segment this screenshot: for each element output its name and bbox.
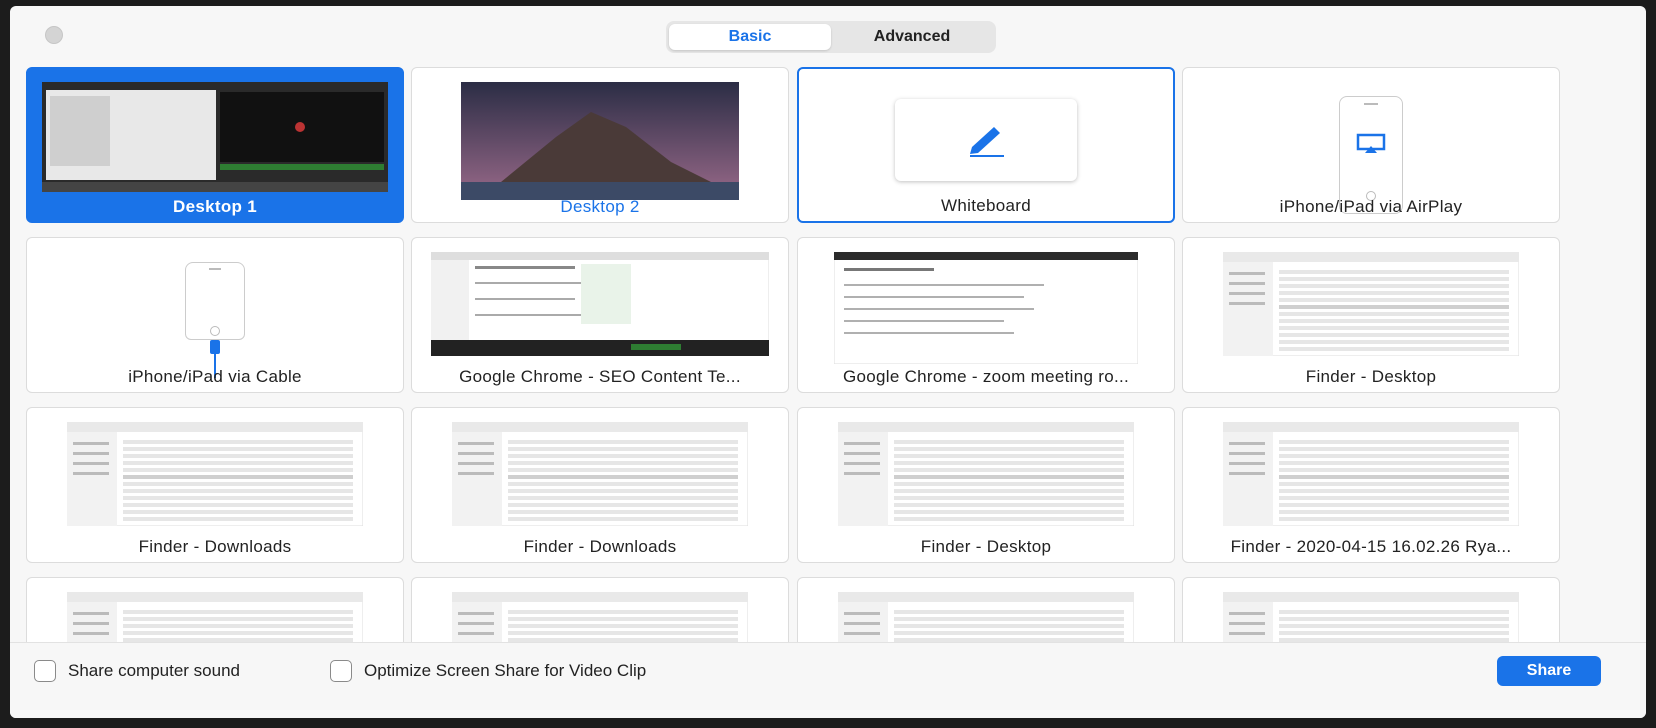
- share-source-tile[interactable]: Google Chrome - zoom meeting ro...: [797, 237, 1175, 393]
- tile-label: Desktop 1: [173, 197, 257, 216]
- share-source-tile[interactable]: Finder - Downloads: [26, 407, 404, 563]
- tile-label: Finder - 2020-04-15 16.02.26 Rya...: [1230, 537, 1512, 556]
- share-button[interactable]: Share: [1497, 656, 1601, 686]
- finder-preview: [1223, 422, 1519, 526]
- whiteboard-preview: [895, 99, 1077, 181]
- optimize-video-checkbox[interactable]: [330, 660, 352, 682]
- share-sound-checkbox[interactable]: [34, 660, 56, 682]
- share-source-tile[interactable]: Finder - 2020-04-15 16.02.26 Rya...: [1182, 407, 1560, 563]
- airplay-icon: [1356, 133, 1386, 153]
- tile-label: Whiteboard: [941, 196, 1031, 215]
- share-source-tile[interactable]: Finder - Downloads: [411, 407, 789, 563]
- share-source-tile[interactable]: Finder - Desktop: [797, 407, 1175, 563]
- tile-label: Finder - Desktop: [1305, 367, 1437, 386]
- tile-label: Finder - Downloads: [523, 537, 677, 556]
- desktop-1-preview: [42, 82, 388, 192]
- tab-advanced[interactable]: Advanced: [831, 24, 993, 50]
- tile-label: Finder - Desktop: [920, 537, 1052, 556]
- bottom-bar: Share computer sound Optimize Screen Sha…: [10, 642, 1646, 718]
- share-source-tile[interactable]: Google Chrome - SEO Content Te...: [411, 237, 789, 393]
- ipad-cable-preview: [185, 262, 245, 378]
- pen-icon: [970, 127, 1004, 157]
- finder-preview: [452, 422, 748, 526]
- optimize-video-option[interactable]: Optimize Screen Share for Video Clip: [330, 660, 646, 682]
- finder-preview: [1223, 252, 1519, 356]
- tile-label: iPhone/iPad via AirPlay: [1279, 197, 1463, 216]
- share-source-tile[interactable]: Whiteboard: [797, 67, 1175, 223]
- tile-label: iPhone/iPad via Cable: [128, 367, 302, 386]
- share-source-tile[interactable]: iPhone/iPad via AirPlay: [1182, 67, 1560, 223]
- tile-label: Google Chrome - SEO Content Te...: [459, 367, 741, 386]
- optimize-video-label: Optimize Screen Share for Video Clip: [364, 661, 647, 680]
- mode-switch: Basic Advanced: [666, 21, 996, 53]
- finder-preview: [838, 422, 1134, 526]
- share-source-tile[interactable]: Finder - Desktop: [1182, 237, 1560, 393]
- chrome-preview: [834, 252, 1138, 364]
- finder-preview: [67, 422, 363, 526]
- share-screen-dialog: Basic Advanced Desktop 1 Desktop 2 White…: [10, 6, 1646, 718]
- tile-label: Desktop 2: [560, 197, 640, 216]
- window-close-button[interactable]: [45, 26, 63, 44]
- tile-label: Finder - Downloads: [138, 537, 292, 556]
- tab-basic[interactable]: Basic: [669, 24, 831, 50]
- cable-icon: [210, 340, 220, 354]
- chrome-preview: [431, 252, 769, 356]
- share-sound-label: Share computer sound: [68, 661, 240, 680]
- share-sound-option[interactable]: Share computer sound: [34, 660, 240, 682]
- desktop-2-preview: [461, 82, 739, 200]
- share-source-tile[interactable]: iPhone/iPad via Cable: [26, 237, 404, 393]
- share-source-tile[interactable]: Desktop 2: [411, 67, 789, 223]
- tile-label: Google Chrome - zoom meeting ro...: [842, 367, 1130, 386]
- share-source-tile[interactable]: Desktop 1: [26, 67, 404, 223]
